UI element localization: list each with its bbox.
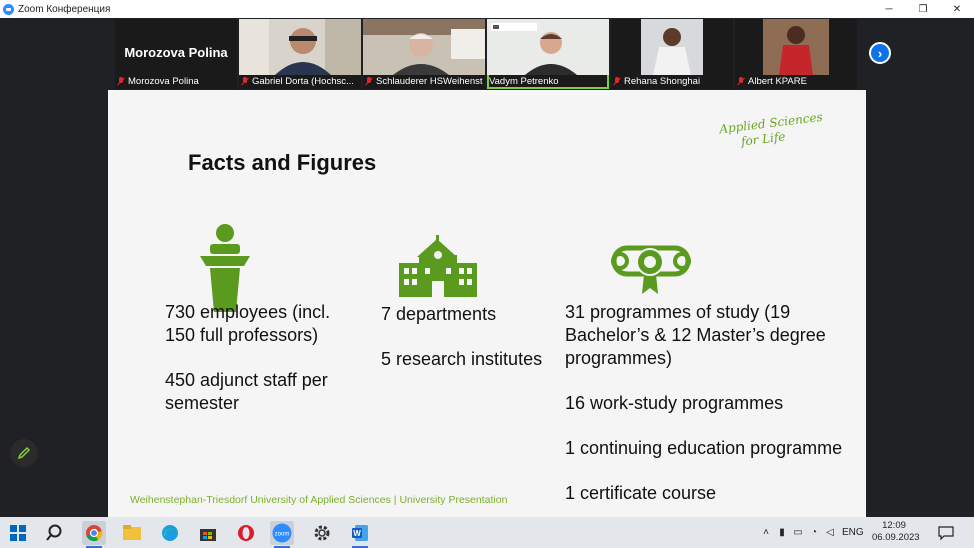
- participant-strip: Morozova Polina Morozova Polina Gabriel …: [115, 19, 857, 89]
- fact-text: 1 continuing education programme: [565, 438, 843, 458]
- fact-text: 16 work-study programmes: [565, 393, 784, 413]
- taskbar-app-word[interactable]: W: [348, 521, 372, 548]
- edge-icon: [162, 525, 178, 541]
- participant-tile[interactable]: Schlauderer HSWeihenste...: [363, 19, 485, 89]
- pencil-icon: [17, 446, 31, 460]
- taskbar-clock[interactable]: 12:09 06.09.2023: [872, 520, 920, 544]
- participant-name-label: Schlauderer HSWeihenste...: [376, 75, 483, 87]
- wifi-icon[interactable]: ◔: [806, 527, 822, 538]
- taskbar-app-zoom[interactable]: zoom: [270, 521, 294, 548]
- slide-tagline: Applied Sciences for Life: [719, 110, 826, 152]
- volume-icon[interactable]: ◁: [822, 527, 838, 538]
- muted-mic-icon: [365, 76, 373, 86]
- opera-icon: [238, 525, 254, 541]
- fact-text: 7 departments: [381, 304, 497, 324]
- window-title: Zoom Конференция: [18, 3, 111, 15]
- participant-tile[interactable]: Gabriel Dorta (Hochsc...: [239, 19, 361, 89]
- slide-title: Facts and Figures: [188, 150, 377, 175]
- muted-mic-icon: [241, 76, 249, 86]
- store-bag-icon: [200, 529, 216, 541]
- participant-video: [487, 19, 609, 75]
- fact-text: 5 research institutes: [381, 349, 543, 369]
- next-participants-button[interactable]: ›: [869, 42, 891, 64]
- participant-name-label: Morozova Polina: [128, 75, 199, 87]
- participant-tile[interactable]: Rehana Shonghai: [611, 19, 733, 89]
- usb-device-icon[interactable]: ▮: [774, 527, 790, 538]
- svg-text:zoom: zoom: [275, 532, 290, 538]
- participant-video: [239, 19, 361, 75]
- taskbar-app-chrome[interactable]: [82, 521, 106, 548]
- zoom-app-icon: zoom: [272, 523, 292, 543]
- school-building-icon: [399, 235, 477, 297]
- window-controls: ─ ❐ ✕: [872, 0, 974, 18]
- annotate-pencil-button[interactable]: [10, 439, 38, 467]
- notification-speech-bubble-icon: [938, 526, 954, 540]
- slide-footer: Weihenstephan-Triesdorf University of Ap…: [130, 494, 508, 506]
- participant-tile[interactable]: Morozova Polina Morozova Polina: [115, 19, 237, 89]
- battery-icon[interactable]: ▭: [790, 527, 806, 538]
- taskbar-app-file-explorer[interactable]: [120, 521, 144, 545]
- participant-video: [611, 19, 733, 75]
- participant-name-label: Vadym Petrenko: [489, 75, 559, 87]
- participant-tile[interactable]: Albert KPARE: [735, 19, 857, 89]
- gear-icon: [314, 525, 330, 541]
- show-hidden-icons-icon[interactable]: ˄: [758, 527, 774, 538]
- muted-mic-icon: [737, 76, 745, 86]
- facts-column-departments: 7 departments 5 research institutes: [381, 303, 551, 371]
- taskbar-search-button[interactable]: [42, 521, 66, 545]
- system-tray: ˄ ▮ ▭ ◔ ◁ ENG: [758, 517, 864, 548]
- shared-screen-slide: Applied Sciences for Life Facts and Figu…: [108, 90, 866, 517]
- participant-name-label: Rehana Shonghai: [624, 75, 701, 87]
- taskbar-app-edge[interactable]: [158, 521, 182, 545]
- word-icon: W: [352, 525, 368, 541]
- chrome-icon: [86, 525, 103, 542]
- fact-text: 31 programmes of study (19 Bachelor’s & …: [565, 302, 826, 368]
- windows-start-button[interactable]: [6, 521, 30, 545]
- windows-taskbar: zoom W ˄ ▮ ▭ ◔ ◁ ENG 12:09 06.09.2023: [0, 517, 974, 548]
- zoom-meeting-area: Morozova Polina Morozova Polina Gabriel …: [0, 18, 974, 517]
- muted-mic-icon: [613, 76, 621, 86]
- svg-text:W: W: [353, 529, 361, 538]
- language-indicator[interactable]: ENG: [842, 527, 864, 538]
- facts-column-programmes: 31 programmes of study (19 Bachelor’s & …: [565, 301, 865, 505]
- folder-icon: [123, 525, 141, 540]
- restore-button[interactable]: ❐: [906, 0, 940, 18]
- diploma-icon: [611, 245, 691, 294]
- minimize-button[interactable]: ─: [872, 0, 906, 18]
- taskbar-app-opera[interactable]: [234, 521, 258, 545]
- notifications-button[interactable]: [934, 521, 958, 545]
- search-icon: [46, 524, 62, 541]
- window-titlebar: Zoom Конференция ─ ❐ ✕: [0, 0, 974, 18]
- fact-text: 730 employees (incl. 150 full professors…: [165, 302, 331, 345]
- windows-logo-icon: [10, 525, 26, 541]
- participant-video: [735, 19, 857, 75]
- participant-tile-active-speaker[interactable]: Vadym Petrenko: [487, 19, 609, 89]
- fact-text: 1 certificate course: [565, 483, 717, 503]
- clock-time: 12:09: [882, 520, 906, 531]
- clock-date: 06.09.2023: [872, 532, 920, 543]
- participant-name-label: Gabriel Dorta (Hochsc...: [252, 75, 354, 87]
- facts-column-staff: 730 employees (incl. 150 full professors…: [165, 301, 335, 415]
- zoom-logo-icon: [3, 3, 14, 15]
- participant-video: [363, 19, 485, 75]
- participant-display-name: Morozova Polina: [124, 45, 228, 60]
- taskbar-app-store[interactable]: [196, 521, 220, 545]
- taskbar-app-settings[interactable]: [310, 521, 334, 545]
- muted-mic-icon: [117, 76, 125, 86]
- fact-text: 450 adjunct staff per semester: [165, 370, 328, 413]
- participant-name-label: Albert KPARE: [748, 75, 807, 87]
- close-button[interactable]: ✕: [940, 0, 974, 18]
